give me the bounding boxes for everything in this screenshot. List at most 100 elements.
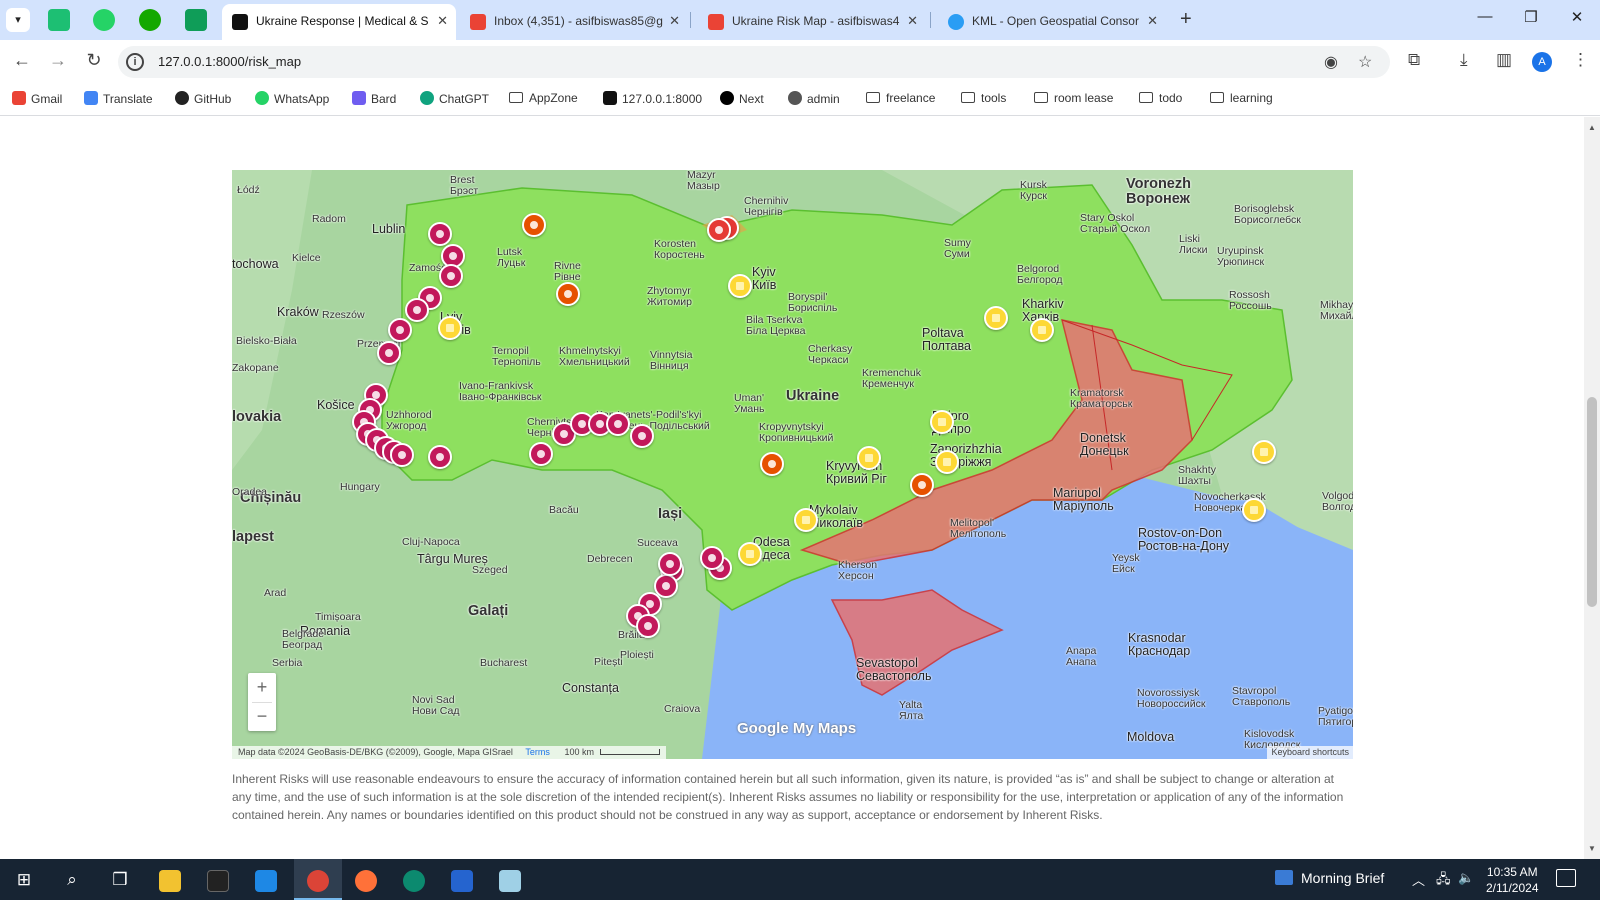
facility-marker[interactable]: [1030, 318, 1054, 342]
close-icon[interactable]: ✕: [1147, 13, 1158, 29]
close-window-button[interactable]: ✕: [1562, 8, 1592, 26]
facility-marker[interactable]: [984, 306, 1008, 330]
hazard-marker[interactable]: [760, 452, 784, 476]
medical-aid-marker[interactable]: [700, 546, 724, 570]
bookmark-localhost[interactable]: 127.0.0.1:8000: [603, 91, 702, 106]
firefox-icon[interactable]: [342, 859, 390, 900]
medical-aid-marker[interactable]: [405, 298, 429, 322]
edge-icon[interactable]: [390, 859, 438, 900]
restore-button[interactable]: ❐: [1516, 8, 1546, 26]
scroll-down-arrow[interactable]: ▼: [1588, 844, 1596, 853]
whatsapp-icon[interactable]: [93, 9, 115, 31]
bookmark-star-icon[interactable]: ☆: [1358, 52, 1372, 72]
bookmark-whatsapp[interactable]: WhatsApp: [255, 91, 329, 106]
zoom-out-button[interactable]: −: [248, 702, 276, 731]
close-icon[interactable]: ✕: [437, 13, 448, 29]
task-view-icon[interactable]: ❒: [96, 859, 144, 900]
tab-kml[interactable]: KML - Open Geospatial Consor ✕: [938, 4, 1166, 40]
system-clock[interactable]: 10:35 AM 2/11/2024: [1486, 864, 1539, 896]
hazard-marker[interactable]: [522, 213, 546, 237]
tab-search-button[interactable]: ▾: [6, 8, 30, 32]
facility-marker[interactable]: [1242, 498, 1266, 522]
tab-ukraine-response[interactable]: Ukraine Response | Medical & S ✕: [222, 4, 456, 40]
medical-aid-marker[interactable]: [529, 442, 553, 466]
facility-marker[interactable]: [857, 446, 881, 470]
eye-icon[interactable]: ◉: [1324, 52, 1338, 72]
page-scrollbar[interactable]: ▲ ▼: [1584, 117, 1600, 859]
bookmark-gmail[interactable]: Gmail: [12, 91, 62, 106]
volume-icon[interactable]: 🔈: [1458, 870, 1474, 886]
notepad-icon[interactable]: [486, 859, 534, 900]
file-explorer-icon[interactable]: [146, 859, 194, 900]
notification-center-icon[interactable]: [1556, 869, 1576, 887]
terms-link[interactable]: Terms: [525, 747, 550, 757]
url-text[interactable]: 127.0.0.1:8000/risk_map: [158, 54, 301, 69]
hazard-marker[interactable]: [556, 282, 580, 306]
side-panel-icon[interactable]: ▥: [1496, 50, 1512, 70]
vscode-icon[interactable]: [242, 859, 290, 900]
address-bar[interactable]: i 127.0.0.1:8000/risk_map ◉ ☆: [118, 46, 1390, 78]
medical-aid-marker[interactable]: [428, 445, 452, 469]
site-info-icon[interactable]: i: [126, 53, 144, 71]
medical-aid-marker[interactable]: [658, 552, 682, 576]
facility-marker[interactable]: [1252, 440, 1276, 464]
bookmark-folder-tools[interactable]: tools: [961, 91, 1006, 105]
risk-map[interactable]: Łódź Radom Lublin Kielce tochowa Zamość Kraków…: [232, 170, 1353, 759]
medical-aid-marker[interactable]: [630, 424, 654, 448]
windows-start-icon[interactable]: ⊞: [0, 859, 48, 900]
bookmark-folder-todo[interactable]: todo: [1139, 91, 1182, 105]
bookmark-folder-appzone[interactable]: AppZone: [509, 91, 578, 105]
upwork-icon[interactable]: [139, 9, 161, 31]
facility-marker[interactable]: [738, 542, 762, 566]
search-icon[interactable]: ⌕: [48, 859, 96, 900]
sheets-icon[interactable]: [185, 9, 207, 31]
new-tab-button[interactable]: +: [1180, 8, 1192, 31]
medical-aid-marker[interactable]: [388, 318, 412, 342]
bookmark-bard[interactable]: Bard: [352, 91, 396, 106]
facility-marker[interactable]: [935, 450, 959, 474]
bookmark-translate[interactable]: Translate: [84, 91, 153, 106]
bookmark-chatgpt[interactable]: ChatGPT: [420, 91, 489, 106]
download-icon[interactable]: ⤓: [1460, 50, 1468, 70]
medical-aid-marker[interactable]: [390, 443, 414, 467]
scroll-thumb[interactable]: [1587, 397, 1597, 607]
minimize-button[interactable]: —: [1470, 8, 1500, 25]
tray-chevron-icon[interactable]: ︿: [1412, 870, 1425, 889]
medical-aid-marker[interactable]: [636, 614, 660, 638]
profile-avatar[interactable]: A: [1532, 52, 1552, 72]
close-icon[interactable]: ✕: [907, 13, 918, 29]
bookmark-github[interactable]: GitHub: [175, 91, 231, 106]
tab-ukraine-risk-map[interactable]: Ukraine Risk Map - asifbiswas4 ✕: [698, 4, 926, 40]
medical-aid-marker[interactable]: [428, 222, 452, 246]
close-icon[interactable]: ✕: [669, 13, 680, 29]
terminal-icon[interactable]: [194, 859, 242, 900]
facility-marker[interactable]: [438, 316, 462, 340]
hazard-marker[interactable]: [707, 218, 731, 242]
menu-icon[interactable]: ⋮: [1572, 50, 1589, 70]
scroll-up-arrow[interactable]: ▲: [1588, 123, 1596, 132]
morning-brief-widget[interactable]: Morning Brief: [1275, 870, 1384, 886]
forward-button[interactable]: →: [46, 50, 70, 71]
extensions-icon[interactable]: ⧉: [1408, 50, 1420, 70]
medical-aid-marker[interactable]: [606, 412, 630, 436]
medical-aid-marker[interactable]: [377, 341, 401, 365]
keyboard-shortcuts-link[interactable]: Keyboard shortcuts: [1267, 746, 1353, 759]
medical-aid-marker[interactable]: [439, 264, 463, 288]
fiverr-icon[interactable]: [48, 9, 70, 31]
back-button[interactable]: ←: [10, 50, 34, 71]
facility-marker[interactable]: [794, 508, 818, 532]
reload-button[interactable]: ↻: [82, 50, 106, 71]
chrome-icon[interactable]: [294, 859, 342, 900]
hazard-marker[interactable]: [910, 473, 934, 497]
network-icon[interactable]: 🖧: [1436, 870, 1451, 892]
bookmark-folder-freelance[interactable]: freelance: [866, 91, 935, 105]
bookmark-folder-room-lease[interactable]: room lease: [1034, 91, 1113, 105]
bookmark-next[interactable]: Next: [720, 91, 764, 106]
facility-marker[interactable]: [728, 274, 752, 298]
zoom-in-button[interactable]: +: [248, 673, 276, 702]
todo-icon[interactable]: [438, 859, 486, 900]
tab-inbox[interactable]: Inbox (4,351) - asifbiswas85@g ✕: [460, 4, 688, 40]
bookmark-folder-learning[interactable]: learning: [1210, 91, 1273, 105]
facility-marker[interactable]: [930, 410, 954, 434]
bookmark-admin[interactable]: admin: [788, 91, 840, 106]
